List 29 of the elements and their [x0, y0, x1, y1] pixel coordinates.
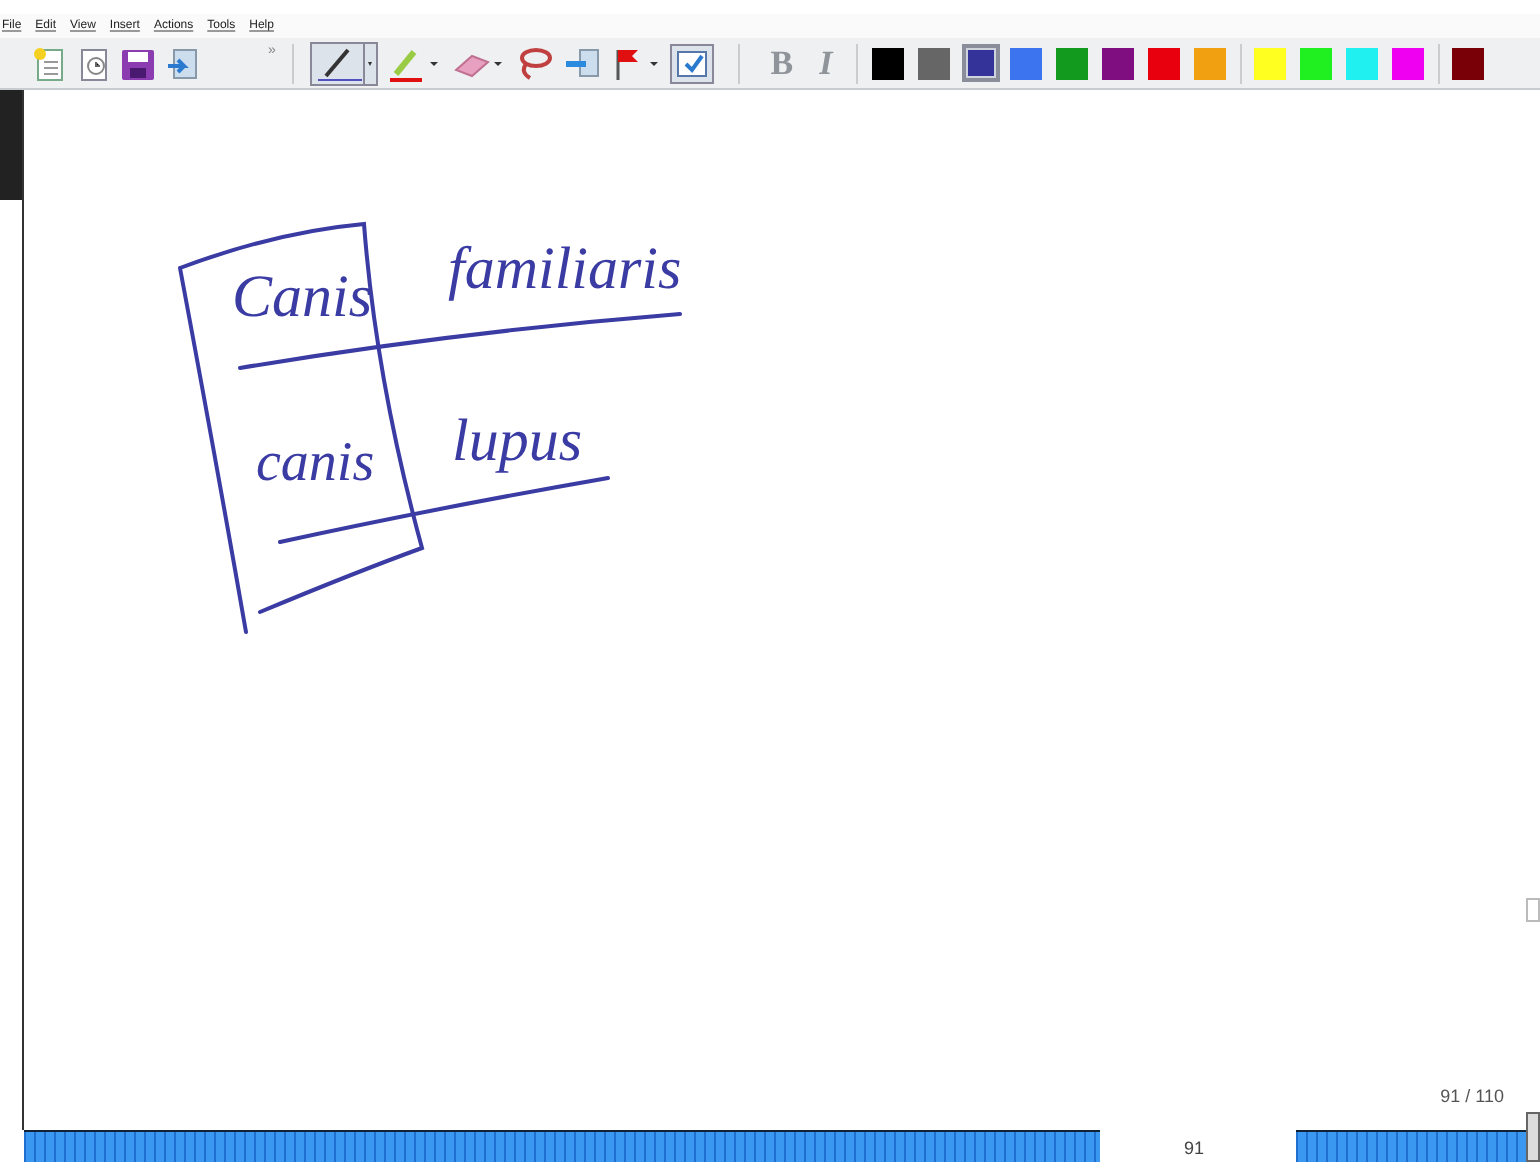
color-swatch[interactable]: [1449, 44, 1488, 82]
handwritten-text: canis: [256, 436, 375, 492]
color-swatch[interactable]: [1251, 44, 1290, 82]
send-page-icon[interactable]: [164, 45, 200, 81]
slide-strip[interactable]: [24, 1130, 1100, 1162]
color-swatch[interactable]: [1007, 44, 1046, 82]
page-counter: 91 / 110: [1440, 1084, 1504, 1110]
color-swatch[interactable]: [1297, 44, 1336, 82]
color-swatch[interactable]: [1343, 44, 1382, 82]
handwritten-text: familiaris: [448, 240, 682, 300]
color-swatch[interactable]: [1191, 44, 1230, 82]
pen-tool-icon[interactable]: [309, 41, 378, 85]
scroll-button[interactable]: [1526, 1112, 1540, 1162]
handwritten-text: Canis: [232, 268, 373, 328]
view-toggle-icon[interactable]: [669, 43, 714, 83]
save-icon[interactable]: [120, 45, 156, 81]
color-swatch[interactable]: [961, 44, 1000, 82]
side-handle[interactable]: [1526, 898, 1540, 922]
color-swatch[interactable]: [1053, 44, 1092, 82]
color-swatch[interactable]: [1099, 44, 1138, 82]
insert-space-icon[interactable]: [561, 43, 602, 83]
handwritten-text: lupus: [452, 412, 583, 472]
color-swatch[interactable]: [1389, 44, 1428, 82]
new-page-icon[interactable]: [32, 45, 68, 81]
slide-strip[interactable]: [1296, 1130, 1526, 1162]
slide-number: 91: [1184, 1136, 1205, 1162]
color-swatch[interactable]: [915, 44, 954, 82]
color-swatch[interactable]: [1145, 44, 1184, 82]
color-swatch[interactable]: [869, 44, 908, 82]
